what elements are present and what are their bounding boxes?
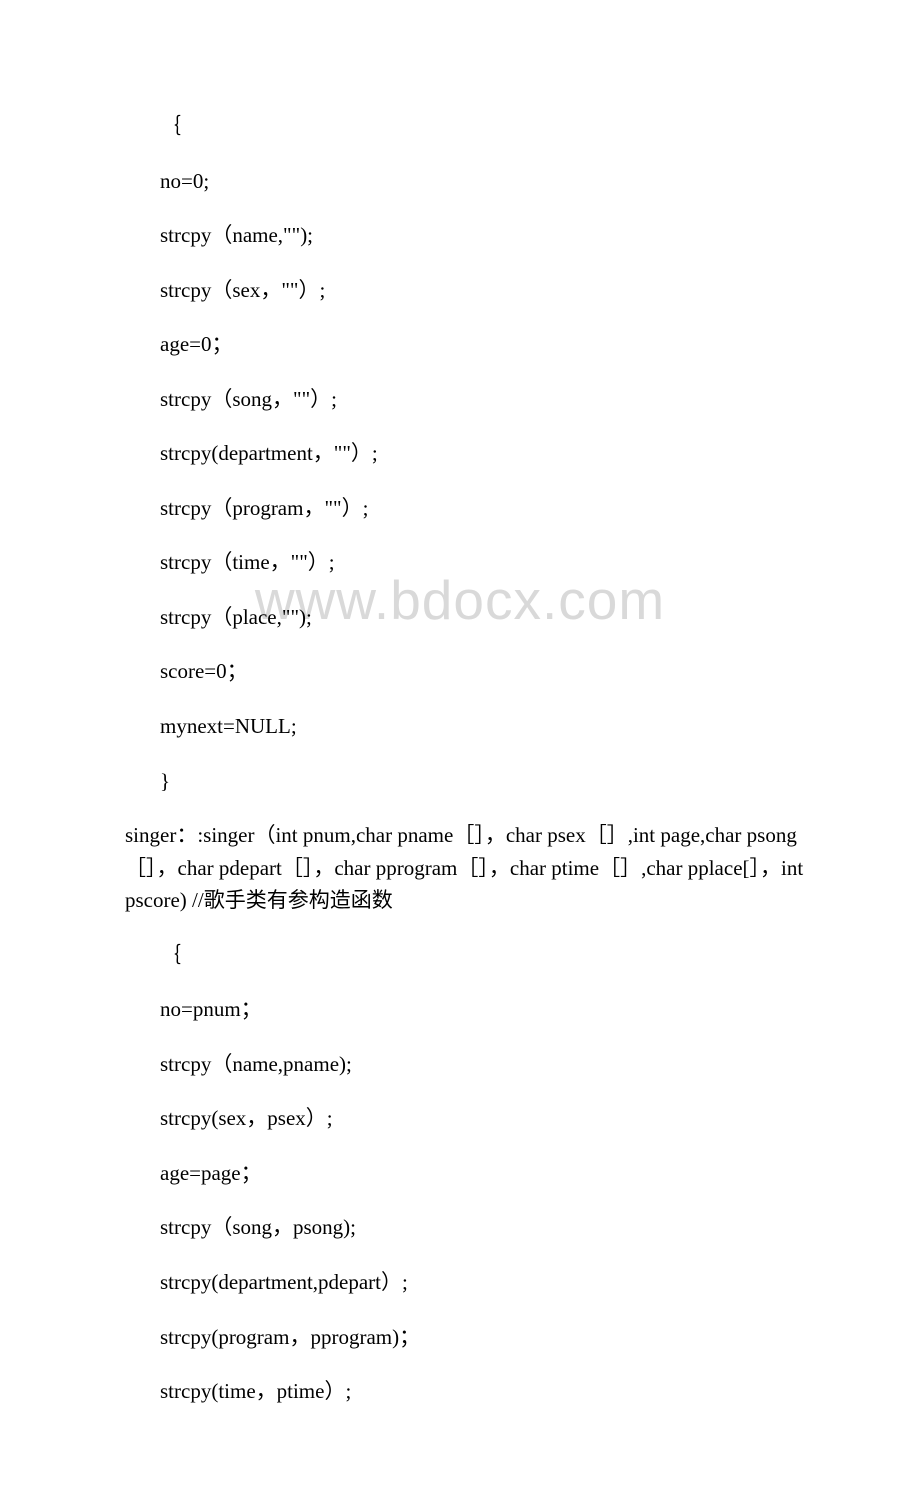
code-line: ｛ [90,110,830,143]
code-line: strcpy（time，""）; [90,546,830,579]
code-line: age=0； [90,328,830,361]
code-line: strcpy(program，pprogram)； [90,1321,830,1354]
code-line: strcpy（sex，""）; [90,274,830,307]
code-line: singer：:singer（int pnum,char pname［］，cha… [90,819,830,917]
code-line: strcpy（program，""）; [90,492,830,525]
code-line: no=0; [90,165,830,198]
code-line: strcpy（place,""); [90,601,830,634]
code-line: score=0； [90,655,830,688]
code-line: age=page； [90,1157,830,1190]
document-page: ｛ no=0; strcpy（name,""); strcpy（sex，""）; age… [0,0,920,1490]
code-line: strcpy（song，psong); [90,1211,830,1244]
code-line: } [90,765,830,798]
code-line: strcpy(time，ptime）; [90,1375,830,1408]
code-line: mynext=NULL; [90,710,830,743]
code-line: strcpy（name,""); [90,219,830,252]
code-line: strcpy(department,pdepart）; [90,1266,830,1299]
code-line: strcpy(sex，psex）; [90,1102,830,1135]
code-line: strcpy（song，""）; [90,383,830,416]
code-lines-container: ｛ no=0; strcpy（name,""); strcpy（sex，""）; age… [90,110,830,1408]
code-line: strcpy(department，""）; [90,437,830,470]
code-line: no=pnum； [90,993,830,1026]
code-line: ｛ [90,939,830,972]
code-line: strcpy（name,pname); [90,1048,830,1081]
